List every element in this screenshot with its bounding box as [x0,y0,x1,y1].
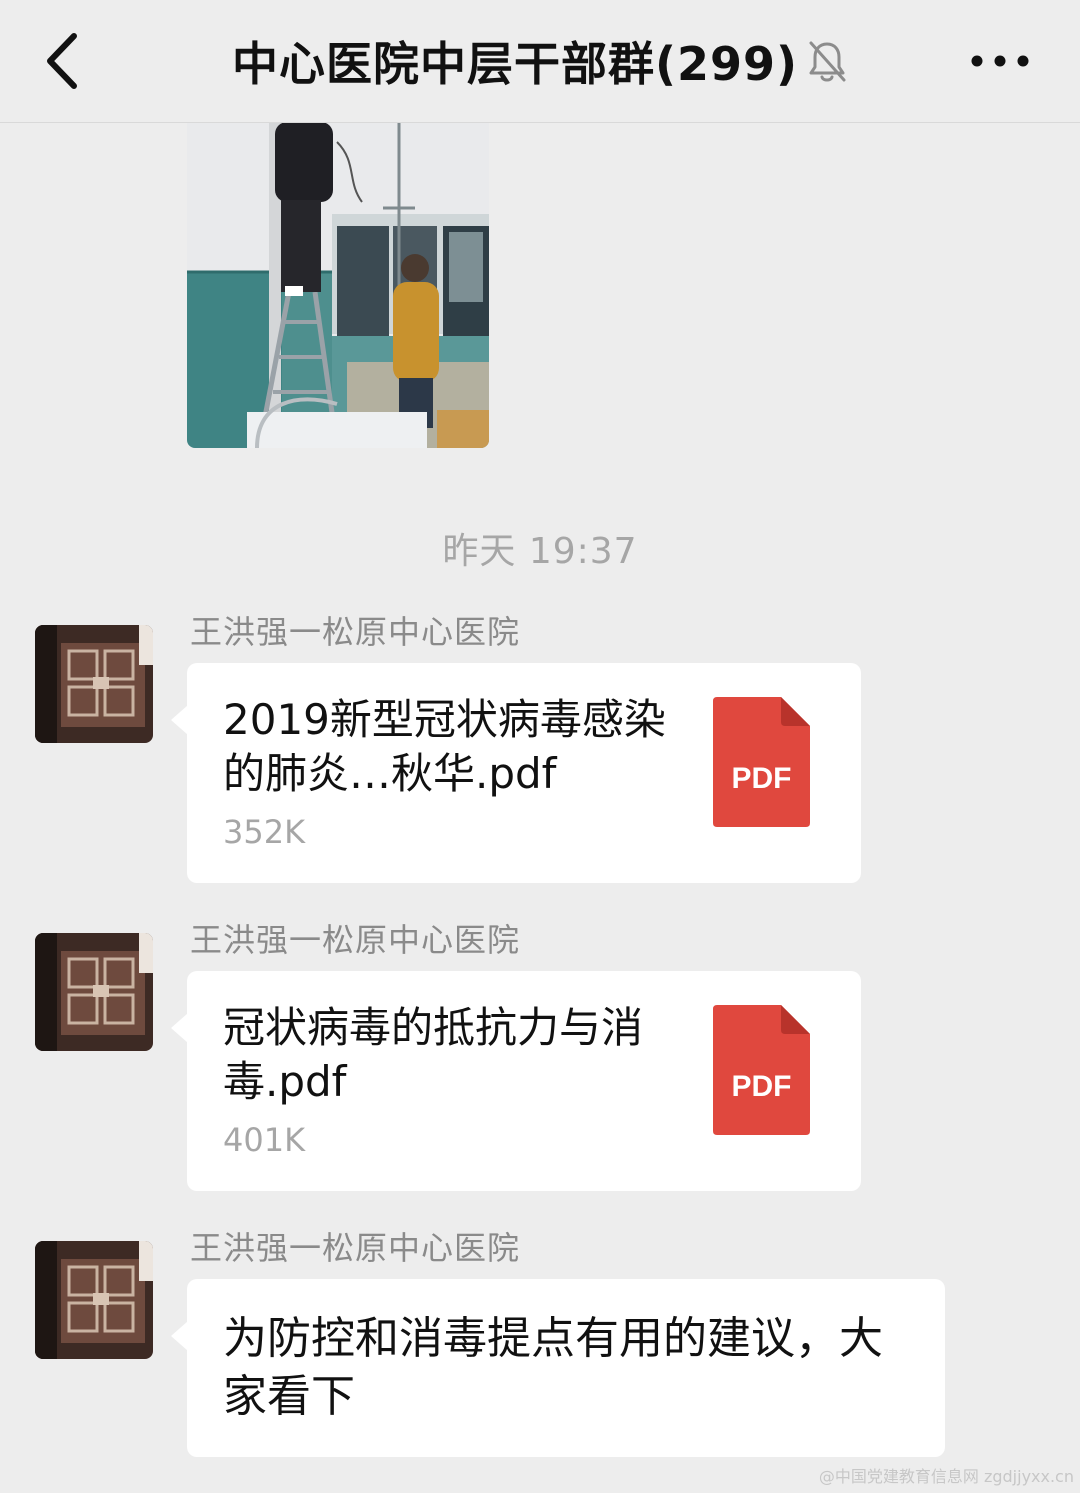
watermark: @中国党建教育信息网 zgdjjyxx.cn [818,1467,1074,1486]
file-size: 401K [223,1121,306,1159]
chat-title-area: 中心医院中层干部群(299) [150,24,930,98]
chat-header: 中心医院中层干部群(299) [0,0,1080,123]
user-avatar-image [35,933,153,1051]
file-name: 冠状病毒的抵抗力与消毒.pdf [223,1003,644,1106]
image-message[interactable] [187,122,489,448]
sender-name: 王洪强一松原中心医院 [190,613,521,651]
hospital-room-photo [187,122,489,448]
bell-off-icon [809,41,846,82]
user-avatar-image [35,625,153,743]
sender-name: 王洪强一松原中心医院 [190,921,521,959]
back-button[interactable] [36,28,96,94]
more-dots-icon [971,55,1029,67]
avatar[interactable] [35,625,153,743]
file-message-bubble[interactable]: 冠状病毒的抵抗力与消毒.pdf 401K PDF [171,971,861,1191]
file-message-bubble[interactable]: 2019新型冠状病毒感染的肺炎…秋华.pdf 352K PDF [171,663,861,883]
avatar[interactable] [35,1241,153,1359]
text-message-bubble[interactable]: 为防控和消毒提点有用的建议，大家看下 [171,1279,945,1457]
pdf-label: PDF [732,762,792,795]
avatar[interactable] [35,933,153,1051]
chat-title: 中心医院中层干部群(299) [231,37,799,91]
message-text: 为防控和消毒提点有用的建议，大家看下 [223,1313,883,1422]
pdf-label: PDF [732,1070,792,1103]
chevron-left-icon [47,33,77,89]
user-avatar-image [35,1241,153,1359]
pdf-file-icon: PDF [713,697,810,827]
pdf-file-icon: PDF [713,1005,810,1135]
sender-name: 王洪强一松原中心医院 [190,1229,521,1267]
file-size: 352K [223,813,306,851]
file-name: 2019新型冠状病毒感染的肺炎…秋华.pdf [223,695,666,798]
timestamp-divider: 昨天 19:37 [442,531,638,572]
more-button[interactable] [960,36,1040,86]
